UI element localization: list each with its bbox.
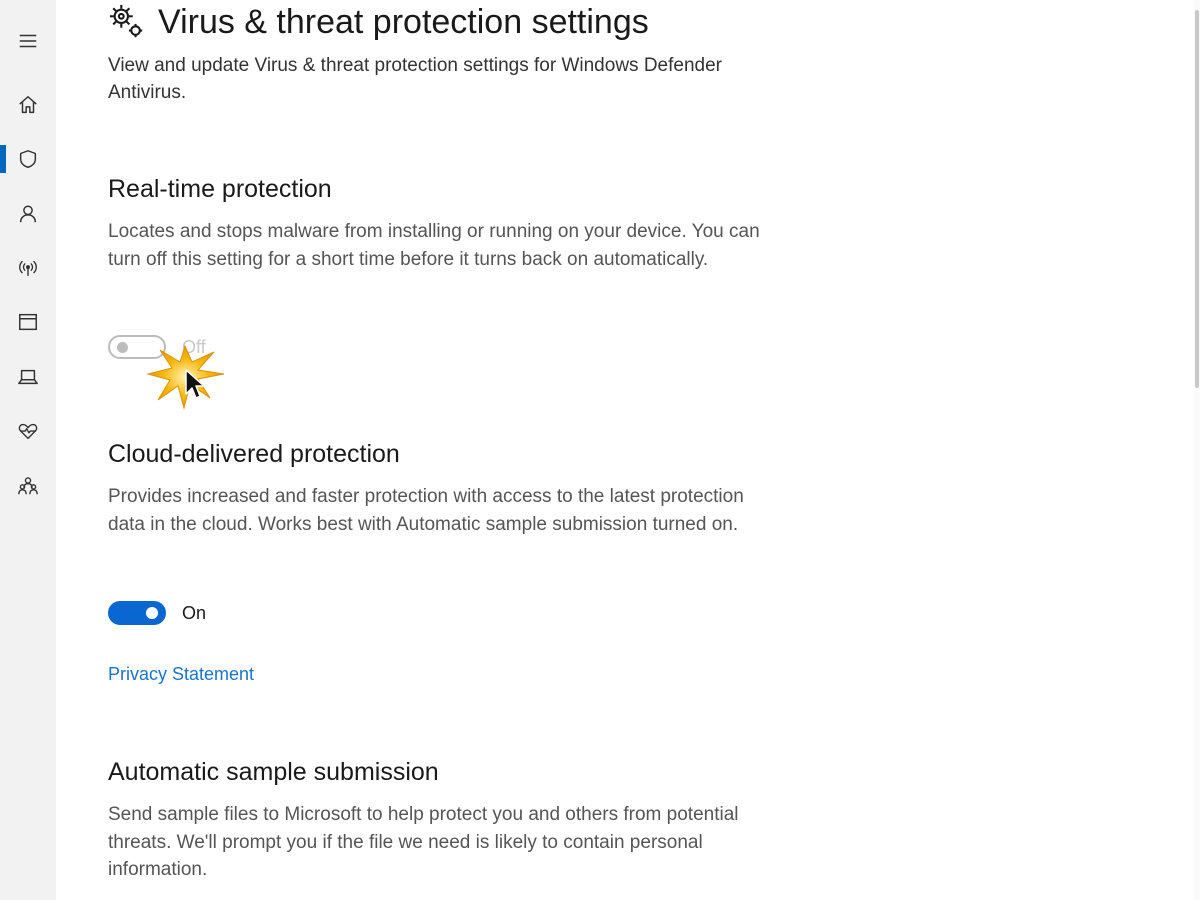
cloud-protection-toggle-row: On (108, 601, 206, 625)
home-icon (19, 96, 37, 114)
sidebar-item-home[interactable] (0, 85, 56, 125)
sidebar-item-virus-protection[interactable] (0, 139, 56, 179)
page-title-text: Virus & threat protection settings (158, 2, 649, 41)
shield-icon (19, 150, 37, 168)
defender-settings-window: Virus & threat protection settings View … (0, 0, 1200, 900)
vertical-scrollbar[interactable] (1194, 0, 1200, 900)
cloud-protection-toggle[interactable] (108, 601, 166, 625)
page-subtitle: View and update Virus & threat protectio… (108, 55, 722, 103)
sidebar-item-app-browser[interactable] (0, 302, 56, 342)
sidebar (0, 0, 56, 900)
realtime-protection-toggle-state: Off (182, 336, 206, 357)
hamburger-menu-button[interactable] (0, 21, 56, 61)
cloud-protection-description: Provides increased and faster protection… (108, 486, 744, 535)
page-title: Virus & threat protection settings (108, 3, 649, 42)
realtime-protection-toggle[interactable] (108, 335, 166, 359)
gear-icon (109, 5, 143, 38)
heart-pulse-icon (18, 423, 38, 440)
cloud-protection-heading: Cloud-delivered protection (108, 440, 400, 468)
realtime-protection-description: Locates and stops malware from installin… (108, 221, 760, 270)
sample-submission-description: Send sample files to Microsoft to help p… (108, 804, 739, 880)
family-icon (18, 477, 38, 495)
scrollbar-thumb[interactable] (1195, 10, 1199, 388)
realtime-protection-toggle-row: Off (108, 335, 206, 359)
menu-icon (19, 34, 37, 48)
sidebar-item-family-options[interactable] (0, 466, 56, 506)
toggle-knob (146, 607, 158, 619)
sidebar-item-account[interactable] (0, 194, 56, 234)
app-browser-icon (19, 313, 37, 331)
cloud-protection-toggle-state: On (182, 602, 207, 623)
sidebar-item-device-health[interactable] (0, 411, 56, 451)
realtime-protection-heading: Real-time protection (108, 175, 332, 203)
person-icon (19, 205, 37, 223)
sidebar-item-firewall[interactable] (0, 248, 56, 288)
privacy-statement-link[interactable]: Privacy Statement (108, 664, 254, 685)
toggle-knob (117, 342, 128, 353)
sample-submission-heading: Automatic sample submission (108, 758, 439, 786)
laptop-icon (18, 369, 38, 385)
sidebar-item-device-security[interactable] (0, 357, 56, 397)
wireless-icon (19, 260, 37, 277)
